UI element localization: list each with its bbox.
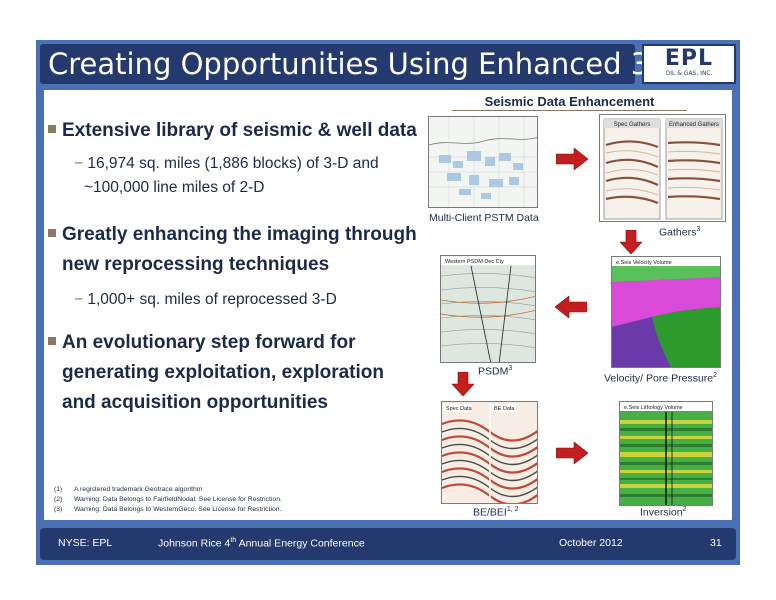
caption-be-bei: BE/BEI1, 2	[473, 506, 519, 519]
footer-date: October 2012	[559, 537, 623, 549]
velocity-image: e.Seis Velocity Volume	[611, 256, 721, 368]
gathers-graphic: Spec Gathers Enhanced Gathers	[603, 118, 723, 220]
bullet-square-icon	[48, 229, 56, 237]
sub-bullet-1-cont: ~100,000 line miles of 2-D	[84, 176, 265, 200]
company-logo: EPL OIL & GAS, INC.	[642, 44, 736, 84]
caption-text: Gathers	[659, 226, 697, 239]
bullet-text: and acquisition opportunities	[62, 392, 328, 413]
footnote-number: (1)	[54, 486, 63, 493]
slide-title: Creating Opportunities Using Enhanced 3D	[40, 44, 672, 84]
caption-text: PSDM	[478, 365, 509, 378]
footnote-number: (2)	[54, 496, 63, 503]
dash-icon: −	[74, 155, 88, 172]
arrow-down-icon	[620, 230, 642, 254]
caption-psdm: PSDM3	[478, 365, 512, 378]
psdm-graphic: Western PSDM Dec Cty	[441, 256, 535, 362]
footnote-text: Warning: Data Belongs to FairfieldNodal.…	[74, 496, 282, 503]
bullet-2: Greatly enhancing the imaging through ne…	[48, 220, 417, 280]
velocity-graphic: e.Seis Velocity Volume	[612, 257, 720, 367]
sub-bullet-text: ~100,000 line miles of 2-D	[84, 179, 265, 196]
logo-text: EPL	[664, 46, 714, 71]
bullet-text: generating exploitation, exploration	[62, 362, 384, 383]
footnote-number: (3)	[54, 506, 63, 513]
inversion-graphic: e.Seis Lithology Volume	[620, 402, 712, 505]
inversion-image: e.Seis Lithology Volume	[619, 401, 713, 506]
caption-text: Velocity/ Pore Pressure	[604, 372, 714, 385]
bullet-text: An evolutionary step forward for	[62, 332, 356, 353]
footnote-1: (1) A registered trademark Geotrace algor…	[54, 485, 202, 495]
bullet-square-icon	[48, 337, 56, 345]
bullet-text: new reprocessing techniques	[62, 254, 330, 275]
footnote-text: A registered trademark Geotrace algorith…	[74, 486, 203, 493]
seismic-section-title: Seismic Data Enhancement	[452, 94, 687, 111]
be-bei-image: Spec Data BE Data	[441, 401, 538, 504]
gathers-image: Spec Gathers Enhanced Gathers	[599, 114, 726, 222]
sub-bullet-text: 16,974 sq. miles (1,886 blocks) of 3-D a…	[87, 155, 379, 172]
gathers-label-spec: Spec Gathers	[614, 122, 651, 128]
arrow-right-icon	[556, 442, 588, 464]
footnote-3: (3) Warning: Data Belongs to WesternGeco.…	[54, 505, 281, 515]
footer-page-number: 31	[710, 537, 722, 549]
velocity-header-label: e.Seis Velocity Volume	[616, 260, 672, 266]
sub-bullet-text: 1,000+ sq. miles of reprocessed 3-D	[87, 291, 337, 308]
slide-footer: NYSE: EPL Johnson Rice 4th Annual Energy…	[40, 528, 736, 560]
footnote-text: Warning: Data Belongs to WesternGeco. Se…	[74, 506, 282, 513]
logo-subtext: OIL & GAS, INC.	[665, 70, 713, 77]
psdm-image: Western PSDM Dec Cty	[440, 255, 536, 363]
multi-client-map-image	[428, 116, 538, 208]
arrow-down-icon	[452, 372, 474, 396]
sub-bullet-1: − 16,974 sq. miles (1,886 blocks) of 3-D…	[74, 152, 379, 176]
caption-text: Multi-Client PSTM Data	[429, 212, 539, 224]
inversion-header-label: e.Seis Lithology Volume	[624, 405, 683, 411]
caption-gathers: Gathers3	[659, 226, 700, 239]
bullet-text: Extensive library of seismic & well data	[62, 120, 417, 141]
caption-velocity: Velocity/ Pore Pressure2	[604, 372, 717, 385]
caption-text: BE/BEI	[473, 506, 507, 519]
caption-superscript: 2	[682, 506, 687, 513]
footer-ticker: NYSE: EPL	[58, 537, 113, 549]
arrow-right-icon	[556, 148, 588, 170]
bullet-3: An evolutionary step forward for generat…	[48, 328, 384, 418]
caption-superscript: 3	[696, 226, 701, 233]
caption-text: Inversion	[640, 506, 683, 519]
footer-conference-text: Johnson Rice 4	[158, 537, 231, 550]
caption-inversion: Inversion2	[640, 506, 687, 519]
dash-icon: −	[74, 291, 88, 308]
bullet-square-icon	[48, 125, 56, 133]
psdm-header-label: Western PSDM Dec Cty	[445, 259, 504, 265]
sub-bullet-2: − 1,000+ sq. miles of reprocessed 3-D	[74, 288, 337, 312]
footer-conference-text: Annual Energy Conference	[236, 537, 365, 550]
caption-superscript: 2	[713, 372, 718, 379]
spec-data-label: Spec Data	[446, 406, 473, 412]
footer-conference: Johnson Rice 4th Annual Energy Conferenc…	[158, 537, 365, 550]
be-data-label: BE Data	[494, 406, 515, 412]
bullet-1: Extensive library of seismic & well data	[48, 116, 417, 146]
gathers-label-enhanced: Enhanced Gathers	[669, 122, 719, 128]
map-graphic	[429, 117, 537, 207]
caption-superscript: 1, 2	[506, 506, 519, 513]
be-bei-graphic: Spec Data BE Data	[442, 402, 537, 503]
footnote-2: (2) Warning: Data Belongs to FairfieldNod…	[54, 495, 282, 505]
caption-multi-client: Multi-Client PSTM Data	[429, 212, 539, 224]
bullet-text: Greatly enhancing the imaging through	[62, 224, 417, 245]
arrow-left-icon	[555, 296, 587, 318]
caption-superscript: 3	[508, 365, 513, 372]
